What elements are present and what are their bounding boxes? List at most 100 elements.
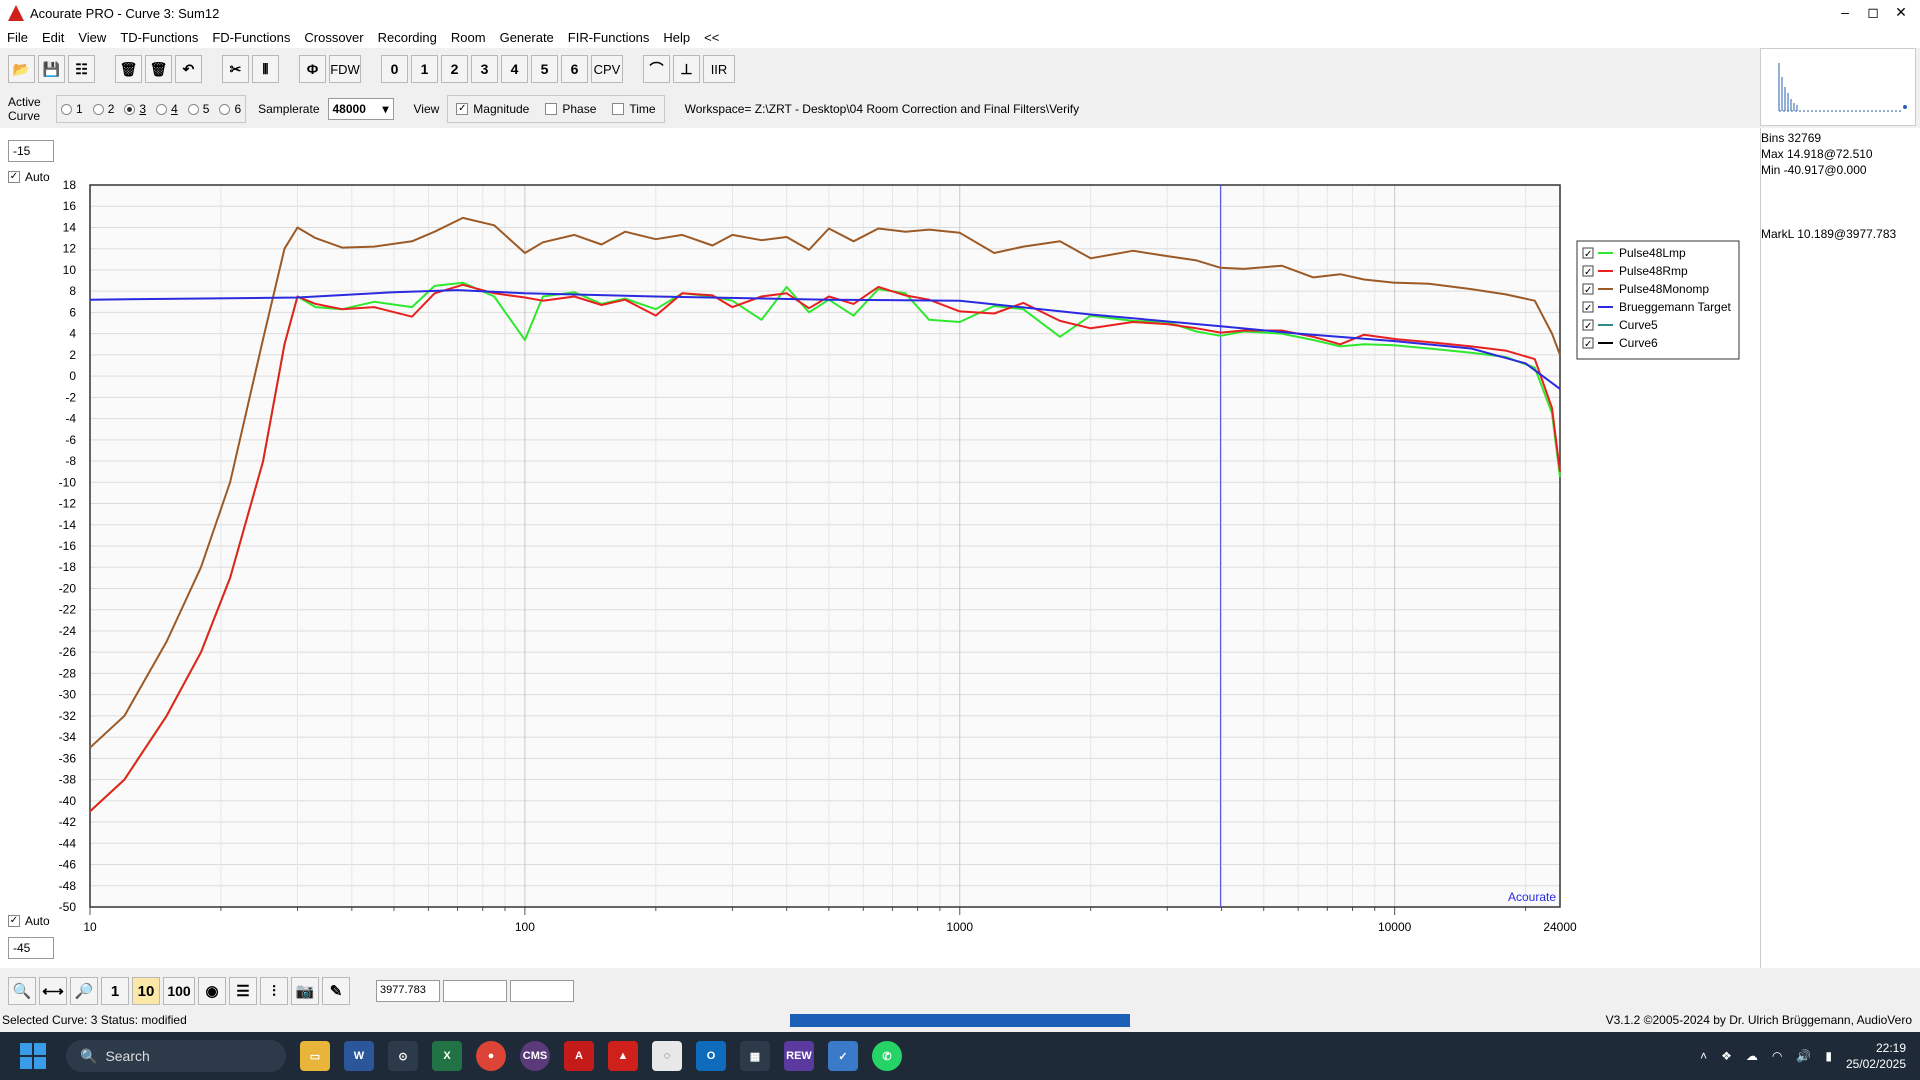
open-folder-icon[interactable]: 📂: [8, 55, 35, 83]
y-tick-label: 2: [69, 348, 76, 362]
menu-fir-functions[interactable]: FIR-Functions: [561, 30, 657, 45]
iir-button[interactable]: IIR: [703, 55, 735, 83]
y-max-auto-checkbox[interactable]: ✓ Auto: [8, 170, 50, 184]
y-min-input[interactable]: -45: [8, 937, 54, 959]
analyzer-icon[interactable]: ▦: [740, 1041, 770, 1071]
acrobat-icon[interactable]: A: [564, 1041, 594, 1071]
fit-width-icon[interactable]: ⟷: [39, 977, 67, 1005]
cpv-button[interactable]: CPV: [591, 55, 623, 83]
scale-1-button[interactable]: 1: [101, 977, 129, 1005]
word-icon[interactable]: W: [344, 1041, 374, 1071]
x-tick-label: 10: [83, 920, 97, 934]
phase-button[interactable]: Φ: [299, 55, 326, 83]
curve-radio-1[interactable]: 1: [61, 102, 83, 116]
menu-generate[interactable]: Generate: [493, 30, 561, 45]
y-tick-label: -12: [59, 497, 77, 511]
menu-recording[interactable]: Recording: [371, 30, 444, 45]
scissors-icon[interactable]: ✂: [222, 55, 249, 83]
save-icon[interactable]: 💾: [38, 55, 65, 83]
menu-td-functions[interactable]: TD-Functions: [113, 30, 205, 45]
volume-icon[interactable]: 🔊: [1796, 1049, 1811, 1063]
menu-view[interactable]: View: [71, 30, 113, 45]
samplerate-select[interactable]: 48000 ▾: [327, 98, 394, 120]
trash-all-icon[interactable]: 🗑: [115, 55, 142, 83]
onedrive-icon[interactable]: ☁: [1746, 1049, 1758, 1063]
curve-3-button[interactable]: 3: [471, 55, 498, 83]
magnifier-icon[interactable]: ⊙: [388, 1041, 418, 1071]
close-button[interactable]: ✕: [1890, 2, 1912, 22]
menu-edit[interactable]: Edit: [35, 30, 71, 45]
undo-icon[interactable]: ↶: [175, 55, 202, 83]
file-explorer-icon[interactable]: ▭: [300, 1041, 330, 1071]
marker-frequency-field[interactable]: 3977.783: [376, 980, 440, 1002]
curve-0-button[interactable]: 0: [381, 55, 408, 83]
wifi-icon[interactable]: ◠: [1772, 1049, 1782, 1063]
magnitude-chart[interactable]: 18 16 14 12 10 8 6 4 2 0 -2 -4 -6 -8 -10 -12 -14 -16 -18 -2…: [0, 128, 1760, 968]
battery-icon[interactable]: ▮: [1825, 1049, 1832, 1063]
rew-icon[interactable]: REW: [784, 1041, 814, 1071]
roon-icon[interactable]: ◌: [652, 1041, 682, 1071]
menu-help[interactable]: Help: [656, 30, 697, 45]
impulse-icon[interactable]: ⊥: [673, 55, 700, 83]
zoom-out-icon[interactable]: 🔎: [70, 977, 98, 1005]
chrome-icon[interactable]: ●: [476, 1041, 506, 1071]
split-icon[interactable]: ⫴: [252, 55, 279, 83]
curve-radio-3[interactable]: 3: [124, 102, 146, 116]
menu-room[interactable]: Room: [444, 30, 493, 45]
whatsapp-icon[interactable]: ✆: [872, 1041, 902, 1071]
radio-dot-icon: [156, 103, 168, 115]
curve-2-button[interactable]: 2: [441, 55, 468, 83]
marker-field-3[interactable]: [510, 980, 574, 1002]
chevron-up-icon[interactable]: ˄: [1700, 1049, 1707, 1063]
camera-icon[interactable]: 📷: [291, 977, 319, 1005]
editor-icon[interactable]: ✓: [828, 1041, 858, 1071]
excel-icon[interactable]: X: [432, 1041, 462, 1071]
cms-icon[interactable]: CMS: [520, 1041, 550, 1071]
curve-radio-4[interactable]: 4: [156, 102, 178, 116]
cursor-scale-icon[interactable]: ⫶: [260, 977, 288, 1005]
maximize-button[interactable]: ◻: [1862, 2, 1884, 22]
trash-icon[interactable]: 🗑: [145, 55, 172, 83]
curve-4-button[interactable]: 4: [501, 55, 528, 83]
outlook-icon[interactable]: O: [696, 1041, 726, 1071]
edit-icon[interactable]: ✎: [322, 977, 350, 1005]
magnitude-checkbox[interactable]: ✓ Magnitude: [456, 102, 529, 116]
curve-1-button[interactable]: 1: [411, 55, 438, 83]
fdw-button[interactable]: FDW: [329, 55, 361, 83]
title-bar: Acourate PRO - Curve 3: Sum12 – ◻ ✕: [0, 0, 1920, 26]
impulse-thumbnail[interactable]: [1760, 48, 1916, 126]
scale-10-button[interactable]: 10: [132, 977, 160, 1005]
windows-start-icon[interactable]: [20, 1043, 46, 1069]
phase-checkbox[interactable]: Phase: [545, 102, 596, 116]
y-tick-label: -22: [59, 603, 77, 617]
dropbox-icon[interactable]: ❖: [1721, 1049, 1732, 1063]
menu-fd-functions[interactable]: FD-Functions: [205, 30, 297, 45]
y-tick-label: 14: [63, 220, 77, 234]
clock[interactable]: 22:19 25/02/2025: [1846, 1040, 1906, 1072]
curve-radio-6[interactable]: 6: [219, 102, 241, 116]
y-max-input[interactable]: -15: [8, 140, 54, 162]
curve-radio-5[interactable]: 5: [187, 102, 209, 116]
x-tick-label: 10000: [1378, 920, 1412, 934]
scale-100-button[interactable]: 100: [163, 977, 195, 1005]
menu-crossover[interactable]: Crossover: [297, 30, 370, 45]
taskbar-search[interactable]: 🔍 Search: [66, 1040, 286, 1072]
marker-field-2[interactable]: [443, 980, 507, 1002]
y-tick-label: -34: [59, 730, 77, 744]
menu-collapse[interactable]: <<: [697, 30, 726, 45]
curve-5-button[interactable]: 5: [531, 55, 558, 83]
lowpass-icon[interactable]: ⌒: [643, 55, 670, 83]
view-options-group: ✓ Magnitude Phase Time: [447, 95, 665, 123]
curve-radio-2[interactable]: 2: [92, 102, 114, 116]
plot-area[interactable]: 18 16 14 12 10 8 6 4 2 0 -2 -4 -6 -8 -10 -12 -14 -16 -18 -2…: [0, 128, 1760, 968]
equal-lines-icon[interactable]: ☰: [229, 977, 257, 1005]
tree-icon[interactable]: ☷: [68, 55, 95, 83]
curve-6-button[interactable]: 6: [561, 55, 588, 83]
y-min-auto-checkbox[interactable]: ✓ Auto: [8, 914, 50, 928]
time-checkbox[interactable]: Time: [612, 102, 656, 116]
zoom-in-icon[interactable]: 🔍: [8, 977, 36, 1005]
menu-file[interactable]: File: [0, 30, 35, 45]
target-icon[interactable]: ◉: [198, 977, 226, 1005]
minimize-button[interactable]: –: [1834, 2, 1856, 22]
acourate-taskbar-icon[interactable]: ▲: [608, 1041, 638, 1071]
